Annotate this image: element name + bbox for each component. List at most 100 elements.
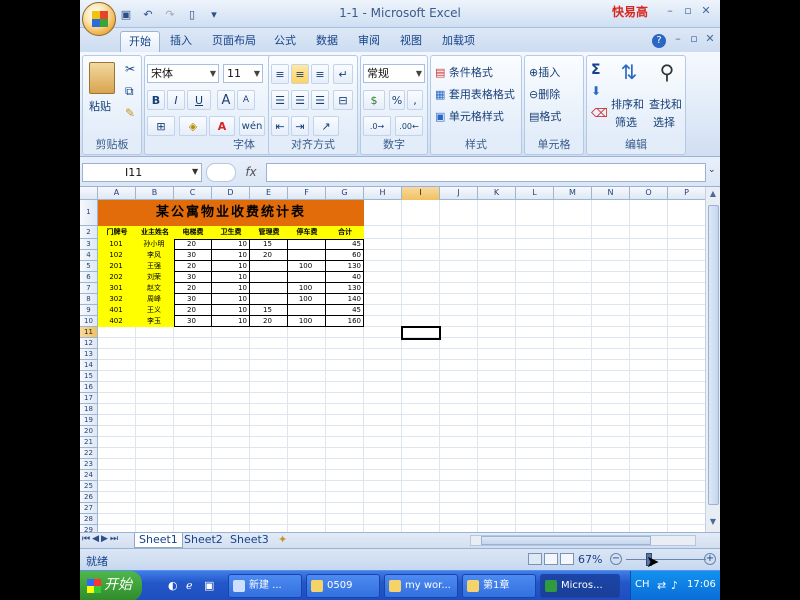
- desktop-icon[interactable]: ▣: [204, 579, 218, 593]
- grow-font-button[interactable]: A: [217, 90, 235, 110]
- delete-cells-button[interactable]: ⊖删除: [529, 86, 560, 102]
- column-header-h[interactable]: H: [364, 187, 402, 200]
- format-painter-icon[interactable]: ✎: [125, 106, 135, 120]
- column-header-k[interactable]: K: [478, 187, 516, 200]
- sort-filter-label2[interactable]: 筛选: [615, 114, 637, 130]
- row-header-26[interactable]: 26: [80, 492, 98, 503]
- format-cells-button[interactable]: ▤格式: [529, 108, 561, 124]
- table-header-cell[interactable]: 电梯费: [174, 226, 212, 239]
- table-cell[interactable]: 赵文: [136, 283, 174, 294]
- column-header-m[interactable]: M: [554, 187, 592, 200]
- redo-icon[interactable]: ↷: [162, 6, 178, 22]
- scroll-thumb[interactable]: [708, 205, 719, 505]
- chevron-down-icon[interactable]: ▼: [192, 167, 198, 176]
- tab-home[interactable]: 开始: [120, 31, 160, 52]
- row-header-16[interactable]: 16: [80, 382, 98, 393]
- increase-decimal-icon[interactable]: .0→: [363, 116, 391, 136]
- table-format-button[interactable]: ▦ 套用表格格式: [435, 86, 515, 102]
- new-icon[interactable]: ▯: [184, 6, 200, 22]
- font-size-select[interactable]: 11 ▼: [223, 64, 263, 83]
- horizontal-scrollbar[interactable]: [470, 535, 696, 546]
- row-header-21[interactable]: 21: [80, 437, 98, 448]
- vertical-scrollbar[interactable]: ▲ ▼: [705, 187, 720, 532]
- expand-formula-icon[interactable]: ⌄: [708, 165, 716, 175]
- help-icon[interactable]: ?: [652, 34, 666, 48]
- undo-icon[interactable]: ↶: [140, 6, 156, 22]
- merge-center-icon[interactable]: ⊟: [333, 90, 353, 110]
- row-header-3[interactable]: 3: [80, 239, 98, 250]
- orientation-icon[interactable]: ↗: [313, 116, 339, 136]
- row-header-23[interactable]: 23: [80, 459, 98, 470]
- percent-button[interactable]: %: [389, 90, 405, 110]
- fill-icon[interactable]: ⬇: [591, 84, 601, 98]
- clear-icon[interactable]: ⌫: [591, 106, 608, 120]
- ribbon-restore-icon[interactable]: ▫: [686, 32, 702, 48]
- row-header-15[interactable]: 15: [80, 371, 98, 382]
- row-header-29[interactable]: 29: [80, 525, 98, 532]
- row-header-4[interactable]: 4: [80, 250, 98, 261]
- zoom-out-icon[interactable]: −: [610, 553, 622, 565]
- name-box[interactable]: I11: [82, 163, 202, 182]
- column-header-p[interactable]: P: [668, 187, 705, 200]
- underline-button[interactable]: U: [187, 90, 211, 110]
- fill-color-icon[interactable]: ◈: [179, 116, 207, 136]
- column-header-l[interactable]: L: [516, 187, 554, 200]
- table-header-cell[interactable]: 停车费: [288, 226, 326, 239]
- customize-icon[interactable]: ▾: [206, 6, 222, 22]
- comma-button[interactable]: ,: [407, 90, 423, 110]
- row-header-19[interactable]: 19: [80, 415, 98, 426]
- close-icon[interactable]: ✕: [698, 4, 714, 20]
- task-item-4[interactable]: 第1章: [462, 574, 536, 598]
- ime-indicator[interactable]: CH: [635, 579, 650, 590]
- wrap-text-icon[interactable]: ↵: [333, 64, 353, 84]
- italic-button[interactable]: I: [167, 90, 185, 110]
- align-middle-icon[interactable]: ≡: [291, 64, 309, 84]
- insert-cells-button[interactable]: ⊕插入: [529, 64, 560, 80]
- task-item-3[interactable]: my wor...: [384, 574, 458, 598]
- number-format-select[interactable]: 常规 ▼: [363, 64, 425, 83]
- font-name-select[interactable]: 宋体 ▼: [147, 64, 219, 83]
- table-cell[interactable]: 102: [98, 250, 136, 261]
- table-cell[interactable]: 李玉: [136, 316, 174, 327]
- active-cell[interactable]: [401, 326, 441, 340]
- align-left-icon[interactable]: ☰: [271, 90, 289, 110]
- table-cell[interactable]: 刘荣: [136, 272, 174, 283]
- increase-indent-icon[interactable]: ⇥: [291, 116, 309, 136]
- column-header-g[interactable]: G: [326, 187, 364, 200]
- table-cell[interactable]: 101: [98, 239, 136, 250]
- start-button[interactable]: 开始: [80, 571, 142, 600]
- column-header-i[interactable]: I: [402, 187, 440, 200]
- table-cell[interactable]: 李风: [136, 250, 174, 261]
- table-cell[interactable]: 301: [98, 283, 136, 294]
- tab-review[interactable]: 审阅: [350, 31, 388, 52]
- binoculars-icon[interactable]: ⚲: [653, 60, 681, 88]
- row-header-20[interactable]: 20: [80, 426, 98, 437]
- column-header-c[interactable]: C: [174, 187, 212, 200]
- new-sheet-icon[interactable]: ✦: [274, 533, 291, 548]
- column-header-n[interactable]: N: [592, 187, 630, 200]
- sort-filter-label[interactable]: 排序和: [611, 96, 644, 112]
- table-cell[interactable]: 202: [98, 272, 136, 283]
- select-all-corner[interactable]: [80, 187, 98, 200]
- save-icon[interactable]: ▣: [118, 6, 134, 22]
- table-cell[interactable]: 302: [98, 294, 136, 305]
- align-top-icon[interactable]: ≡: [271, 64, 289, 84]
- bold-button[interactable]: B: [147, 90, 165, 110]
- table-cell[interactable]: 王强: [136, 261, 174, 272]
- tab-page-layout[interactable]: 页面布局: [204, 31, 264, 52]
- ie-icon[interactable]: ℯ: [186, 579, 200, 593]
- shrink-font-button[interactable]: A: [237, 90, 255, 110]
- paste-icon[interactable]: [89, 62, 115, 94]
- row-header-9[interactable]: 9: [80, 305, 98, 316]
- font-color-icon[interactable]: A: [209, 116, 235, 136]
- column-header-o[interactable]: O: [630, 187, 668, 200]
- tab-formulas[interactable]: 公式: [266, 31, 304, 52]
- normal-view-icon[interactable]: [528, 553, 542, 565]
- table-cell[interactable]: 401: [98, 305, 136, 316]
- row-header-6[interactable]: 6: [80, 272, 98, 283]
- zoom-in-icon[interactable]: +: [704, 553, 716, 565]
- network-icon[interactable]: ⇄: [657, 579, 666, 592]
- find-select-label2[interactable]: 选择: [653, 114, 675, 130]
- row-header-10[interactable]: 10: [80, 316, 98, 327]
- column-header-a[interactable]: A: [98, 187, 136, 200]
